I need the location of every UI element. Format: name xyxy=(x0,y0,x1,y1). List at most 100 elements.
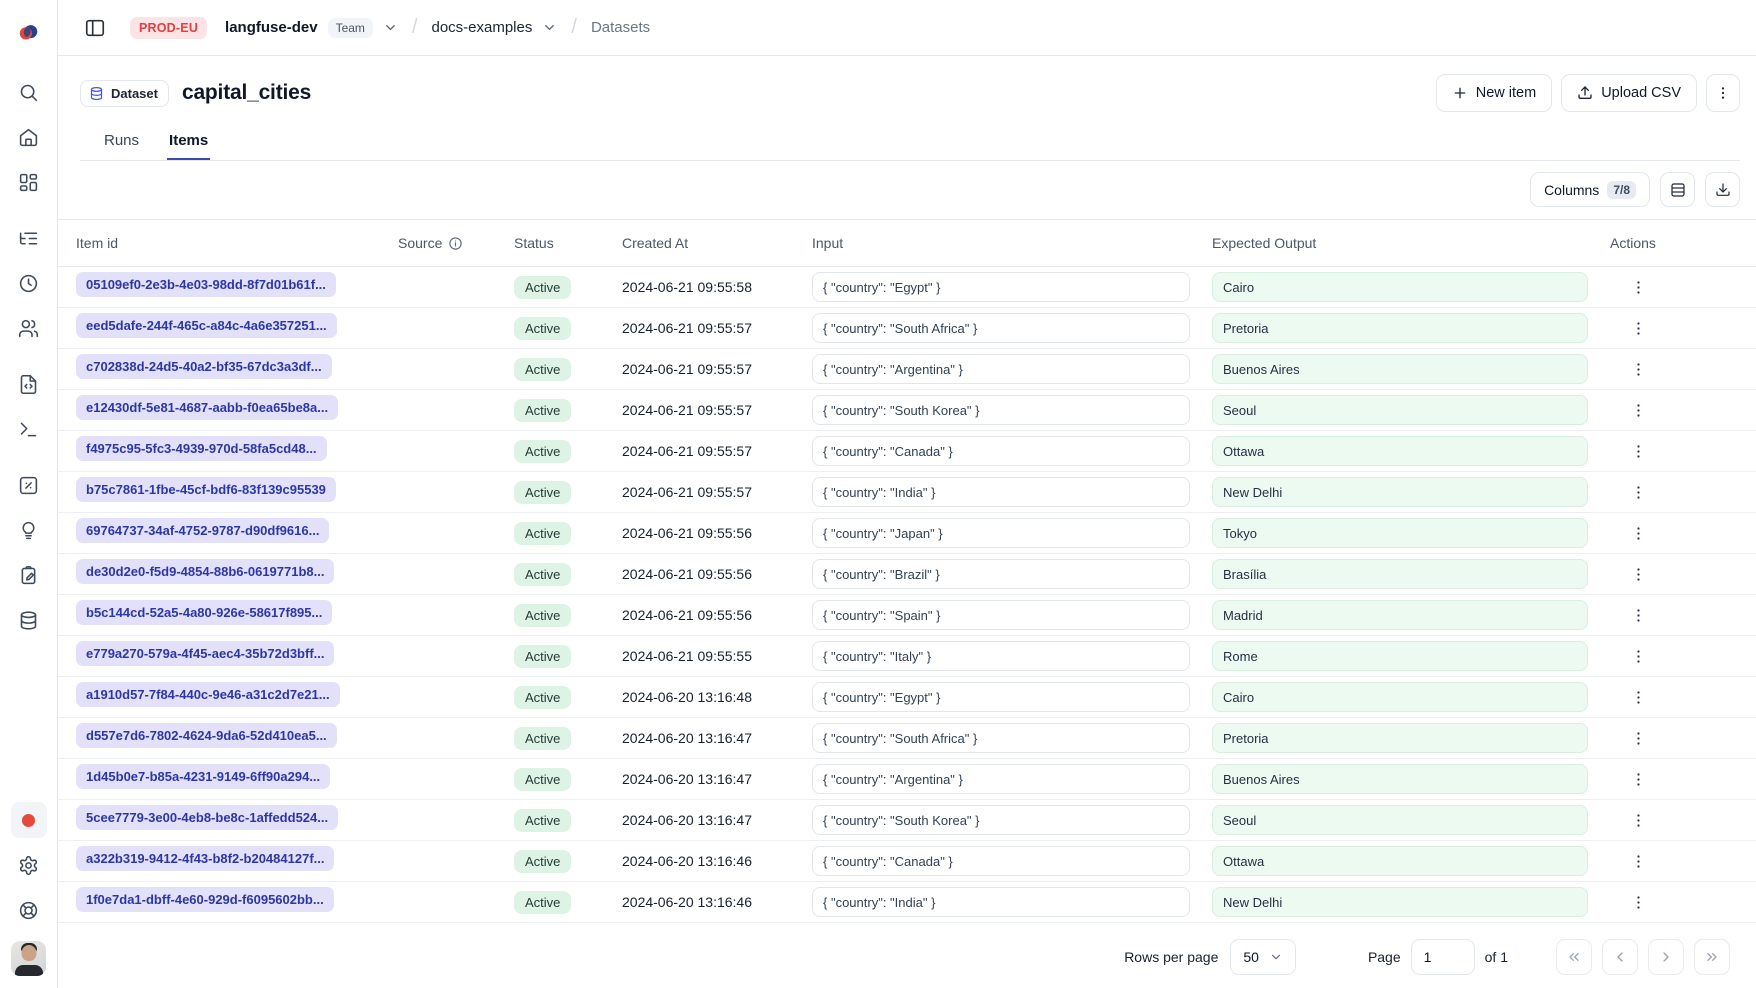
row-actions-button[interactable] xyxy=(1624,519,1652,547)
item-id-pill[interactable]: c702838d-24d5-40a2-bf35-67dc3a3df... xyxy=(76,354,332,379)
status-badge: Active xyxy=(514,891,571,914)
rows-per-page-select[interactable]: 50 xyxy=(1230,939,1296,975)
input-value-box: { "country": "South Korea" } xyxy=(812,805,1190,835)
item-id-pill[interactable]: a1910d57-7f84-440c-9e46-a31c2d7e21... xyxy=(76,682,340,707)
search-icon[interactable] xyxy=(11,74,47,110)
expected-output-value-box: Cairo xyxy=(1212,272,1588,302)
cell-created-at: 2024-06-21 09:55:57 xyxy=(614,320,804,336)
evaluation-icon[interactable] xyxy=(11,467,47,503)
export-button[interactable] xyxy=(1705,172,1740,207)
dashboards-icon[interactable] xyxy=(11,164,47,200)
item-id-pill[interactable]: eed5dafe-244f-465c-a84c-4a6e357251... xyxy=(76,313,337,338)
langfuse-logo[interactable] xyxy=(11,14,47,50)
tab-bar: Runs Items xyxy=(80,126,1740,161)
input-value-box: { "country": "South Korea" } xyxy=(812,395,1190,425)
item-id-pill[interactable]: 05109ef0-2e3b-4e03-98dd-8f7d01b61f... xyxy=(76,272,336,297)
tab-runs[interactable]: Runs xyxy=(102,126,141,160)
status-badge: Active xyxy=(514,317,571,340)
expected-output-value-box: Seoul xyxy=(1212,395,1588,425)
item-id-pill[interactable]: de30d2e0-f5d9-4854-88b6-0619771b8... xyxy=(76,559,334,584)
cell-actions xyxy=(1602,724,1740,752)
expected-output-value-box: Pretoria xyxy=(1212,723,1588,753)
item-id-pill[interactable]: f4975c95-5fc3-4939-970d-58fa5cd48... xyxy=(76,436,327,461)
more-actions-button[interactable] xyxy=(1706,74,1740,112)
row-actions-button[interactable] xyxy=(1624,314,1652,342)
status-badge: Active xyxy=(514,481,571,504)
sessions-icon[interactable] xyxy=(11,265,47,301)
columns-button[interactable]: Columns 7/8 xyxy=(1530,172,1650,207)
row-height-button[interactable] xyxy=(1660,172,1695,207)
row-actions-button[interactable] xyxy=(1624,765,1652,793)
item-id-pill[interactable]: d557e7d6-7802-4624-9da6-52d410ea5... xyxy=(76,723,337,748)
playground-icon[interactable] xyxy=(11,411,47,447)
page-number-input[interactable] xyxy=(1411,939,1475,975)
row-actions-button[interactable] xyxy=(1624,806,1652,834)
cell-status: Active xyxy=(506,809,614,832)
input-value-box: { "country": "Japan" } xyxy=(812,518,1190,548)
row-actions-button[interactable] xyxy=(1624,683,1652,711)
item-id-pill[interactable]: e779a270-579a-4f45-aec4-35b72d3bff... xyxy=(76,641,334,666)
user-avatar[interactable] xyxy=(11,941,46,976)
prompts-icon[interactable] xyxy=(11,366,47,402)
cell-status: Active xyxy=(506,522,614,545)
cell-status: Active xyxy=(506,481,614,504)
insights-icon[interactable] xyxy=(11,512,47,548)
org-chevron-down-icon[interactable] xyxy=(383,20,398,35)
project-name[interactable]: docs-examples xyxy=(431,19,532,36)
row-actions-button[interactable] xyxy=(1624,601,1652,629)
cell-status: Active xyxy=(506,645,614,668)
row-actions-button[interactable] xyxy=(1624,560,1652,588)
cell-expected-output: Seoul xyxy=(1204,805,1602,835)
item-id-pill[interactable]: b75c7861-1fbe-45cf-bdf6-83f139c95539 xyxy=(76,477,336,502)
support-lifebuoy-icon[interactable] xyxy=(11,892,47,928)
item-id-pill[interactable]: b5c144cd-52a5-4a80-926e-58617f895... xyxy=(76,600,332,625)
project-chevron-down-icon[interactable] xyxy=(542,20,557,35)
row-actions-button[interactable] xyxy=(1624,478,1652,506)
row-actions-button[interactable] xyxy=(1624,642,1652,670)
next-page-button[interactable] xyxy=(1648,939,1684,975)
item-id-pill[interactable]: 5cee7779-3e00-4eb8-be8c-1affedd524... xyxy=(76,805,338,830)
home-icon[interactable] xyxy=(11,119,47,155)
row-actions-button[interactable] xyxy=(1624,724,1652,752)
cell-created-at: 2024-06-20 13:16:47 xyxy=(614,730,804,746)
item-id-pill[interactable]: 1d45b0e7-b85a-4231-9149-6ff90a294... xyxy=(76,764,330,789)
item-id-pill[interactable]: 1f0e7da1-dbff-4e60-929d-f6095602bb... xyxy=(76,887,334,912)
sidebar-toggle-icon[interactable] xyxy=(78,11,112,45)
datasets-icon[interactable] xyxy=(11,602,47,638)
cell-expected-output: Cairo xyxy=(1204,682,1602,712)
red-dot-icon xyxy=(22,814,35,827)
status-badge: Active xyxy=(514,768,571,791)
cell-status: Active xyxy=(506,563,614,586)
expected-output-value-box: Pretoria xyxy=(1212,313,1588,343)
cell-status: Active xyxy=(506,768,614,791)
tracing-icon[interactable] xyxy=(11,220,47,256)
item-id-pill[interactable]: e12430df-5e81-4687-aabb-f0ea65be8a... xyxy=(76,395,338,420)
last-page-button[interactable] xyxy=(1694,939,1730,975)
row-actions-button[interactable] xyxy=(1624,396,1652,424)
row-actions-button[interactable] xyxy=(1624,888,1652,916)
settings-gear-icon[interactable] xyxy=(11,847,47,883)
tab-items[interactable]: Items xyxy=(167,126,210,160)
table-body: 05109ef0-2e3b-4e03-98dd-8f7d01b61f... Ac… xyxy=(58,267,1756,923)
previous-page-button[interactable] xyxy=(1602,939,1638,975)
source-info-icon[interactable] xyxy=(448,236,463,251)
cell-actions xyxy=(1602,765,1740,793)
row-actions-button[interactable] xyxy=(1624,273,1652,301)
breadcrumb-section[interactable]: Datasets xyxy=(591,19,650,36)
item-id-pill[interactable]: 69764737-34af-4752-9787-d90df9616... xyxy=(76,518,329,543)
row-actions-button[interactable] xyxy=(1624,437,1652,465)
cell-item-id: c702838d-24d5-40a2-bf35-67dc3a3df... xyxy=(68,354,390,384)
recording-indicator[interactable] xyxy=(11,802,47,838)
input-value-box: { "country": "India" } xyxy=(812,887,1190,917)
first-page-button[interactable] xyxy=(1556,939,1592,975)
annotation-icon[interactable] xyxy=(11,557,47,593)
upload-csv-button[interactable]: Upload CSV xyxy=(1561,74,1697,112)
users-icon[interactable] xyxy=(11,310,47,346)
new-item-button[interactable]: New item xyxy=(1436,74,1552,112)
page-title: capital_cities xyxy=(182,81,311,105)
row-actions-button[interactable] xyxy=(1624,847,1652,875)
org-name[interactable]: langfuse-dev xyxy=(225,19,318,36)
row-actions-button[interactable] xyxy=(1624,355,1652,383)
item-id-pill[interactable]: a322b319-9412-4f43-b8f2-b20484127f... xyxy=(76,846,334,871)
cell-status: Active xyxy=(506,850,614,873)
